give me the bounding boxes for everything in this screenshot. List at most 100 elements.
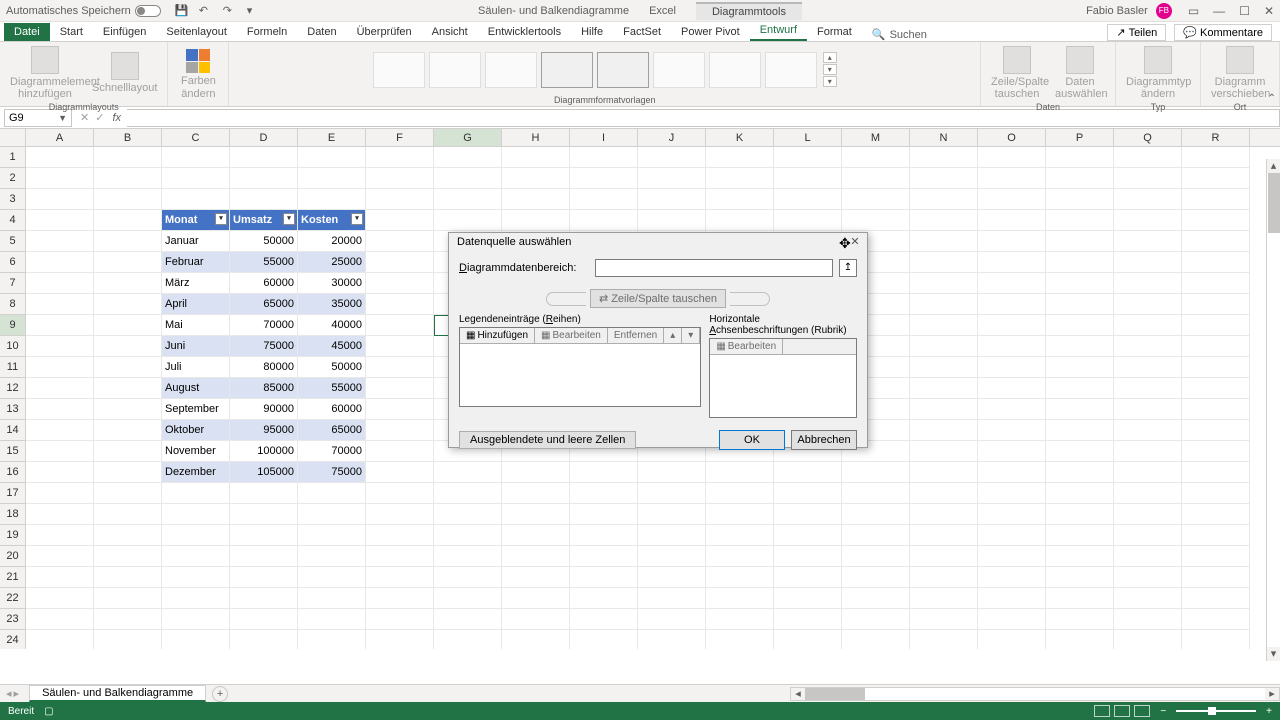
cell[interactable] xyxy=(1182,231,1250,252)
cell[interactable] xyxy=(570,504,638,525)
cell[interactable] xyxy=(638,609,706,630)
cell[interactable] xyxy=(1182,210,1250,231)
scroll-right-icon[interactable]: ▸ xyxy=(1265,687,1279,700)
row-header[interactable]: 17 xyxy=(0,483,26,504)
cell[interactable] xyxy=(1114,504,1182,525)
cell[interactable] xyxy=(26,567,94,588)
cell[interactable] xyxy=(1114,399,1182,420)
cell[interactable] xyxy=(1182,609,1250,630)
cell[interactable] xyxy=(162,504,230,525)
cell[interactable] xyxy=(26,315,94,336)
cell[interactable] xyxy=(1046,252,1114,273)
cell[interactable] xyxy=(366,168,434,189)
tab-review[interactable]: Überprüfen xyxy=(347,23,422,41)
filter-dropdown-icon[interactable]: ▾ xyxy=(351,213,363,225)
cell[interactable] xyxy=(978,567,1046,588)
cell[interactable] xyxy=(978,441,1046,462)
style-thumb[interactable] xyxy=(429,52,481,88)
cell[interactable] xyxy=(978,504,1046,525)
cell[interactable] xyxy=(842,630,910,649)
cell[interactable] xyxy=(1182,189,1250,210)
hscroll-thumb[interactable] xyxy=(805,688,865,700)
cell[interactable] xyxy=(1182,357,1250,378)
cell[interactable] xyxy=(978,252,1046,273)
cell[interactable] xyxy=(978,609,1046,630)
cell[interactable] xyxy=(94,420,162,441)
cell[interactable] xyxy=(94,609,162,630)
cell[interactable] xyxy=(434,630,502,649)
cell[interactable] xyxy=(1182,399,1250,420)
cell[interactable] xyxy=(26,588,94,609)
cell[interactable] xyxy=(978,357,1046,378)
cell[interactable] xyxy=(94,294,162,315)
cell[interactable] xyxy=(1046,147,1114,168)
zoom-out-icon[interactable]: − xyxy=(1160,706,1166,717)
cell[interactable] xyxy=(978,588,1046,609)
save-icon[interactable]: 💾 xyxy=(175,4,189,18)
cell[interactable] xyxy=(1046,336,1114,357)
cell[interactable] xyxy=(94,546,162,567)
cell[interactable] xyxy=(570,546,638,567)
cell[interactable] xyxy=(230,189,298,210)
cell[interactable] xyxy=(1046,231,1114,252)
cell[interactable] xyxy=(502,525,570,546)
tab-design[interactable]: Entwurf xyxy=(750,21,807,41)
cell[interactable] xyxy=(298,546,366,567)
cell[interactable] xyxy=(94,378,162,399)
cell[interactable] xyxy=(1114,147,1182,168)
autosave-toggle[interactable]: Automatisches Speichern xyxy=(6,5,161,17)
cell[interactable] xyxy=(1114,378,1182,399)
column-header[interactable]: M xyxy=(842,129,910,146)
cell[interactable] xyxy=(910,567,978,588)
cell[interactable]: 80000 xyxy=(230,357,298,378)
cell[interactable] xyxy=(978,630,1046,649)
cell[interactable] xyxy=(910,378,978,399)
cell[interactable] xyxy=(1182,504,1250,525)
cell[interactable] xyxy=(638,567,706,588)
cell[interactable] xyxy=(978,462,1046,483)
cell[interactable]: 30000 xyxy=(298,273,366,294)
row-header[interactable]: 10 xyxy=(0,336,26,357)
cell[interactable] xyxy=(638,483,706,504)
cell[interactable] xyxy=(910,609,978,630)
cell[interactable]: 55000 xyxy=(230,252,298,273)
cell[interactable] xyxy=(774,567,842,588)
cell[interactable]: 50000 xyxy=(230,231,298,252)
row-header[interactable]: 9 xyxy=(0,315,26,336)
cell[interactable] xyxy=(26,399,94,420)
cell[interactable] xyxy=(230,168,298,189)
scroll-left-icon[interactable]: ◂ xyxy=(791,687,805,700)
cell[interactable] xyxy=(1182,252,1250,273)
column-header[interactable]: K xyxy=(706,129,774,146)
move-chart-button[interactable]: Diagramm verschieben xyxy=(1207,44,1273,102)
cell[interactable] xyxy=(706,588,774,609)
cell[interactable] xyxy=(978,189,1046,210)
cell[interactable] xyxy=(774,609,842,630)
style-thumb[interactable] xyxy=(541,52,593,88)
cell[interactable]: April xyxy=(162,294,230,315)
cell[interactable] xyxy=(434,462,502,483)
cell[interactable] xyxy=(706,609,774,630)
cell[interactable] xyxy=(230,483,298,504)
cell[interactable] xyxy=(502,567,570,588)
cell[interactable] xyxy=(1182,483,1250,504)
cell[interactable] xyxy=(366,315,434,336)
cell[interactable] xyxy=(1114,483,1182,504)
cell[interactable]: August xyxy=(162,378,230,399)
row-header[interactable]: 6 xyxy=(0,252,26,273)
cell[interactable] xyxy=(570,588,638,609)
comments-button[interactable]: 💬 Kommentare xyxy=(1174,24,1272,41)
cell[interactable] xyxy=(94,231,162,252)
cell[interactable] xyxy=(910,231,978,252)
cell[interactable] xyxy=(94,630,162,649)
tab-file[interactable]: Datei xyxy=(4,23,50,41)
cell[interactable] xyxy=(1046,462,1114,483)
cell[interactable] xyxy=(706,504,774,525)
cell[interactable] xyxy=(26,462,94,483)
cell[interactable] xyxy=(910,336,978,357)
cell[interactable]: 60000 xyxy=(230,273,298,294)
cell[interactable] xyxy=(1046,399,1114,420)
scroll-down-icon[interactable]: ▾ xyxy=(1267,647,1280,661)
cell[interactable] xyxy=(1046,525,1114,546)
cell[interactable] xyxy=(1046,609,1114,630)
